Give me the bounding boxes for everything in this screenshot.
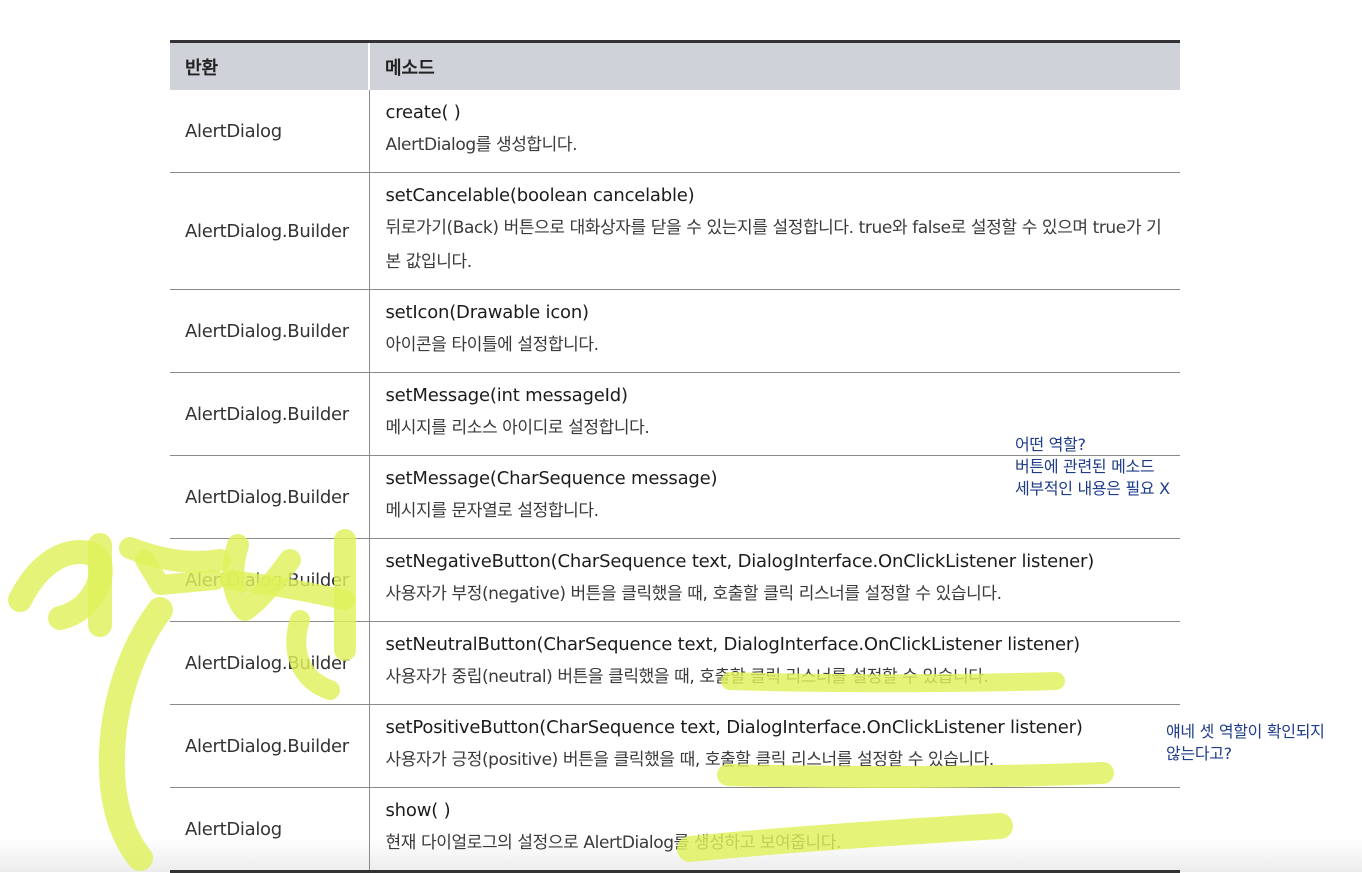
method-cell: setIcon(Drawable icon) 아이콘을 타이틀에 설정합니다. [369,289,1180,373]
method-cell: setPositiveButton(CharSequence text, Dia… [369,704,1180,788]
return-type-cell: AlertDialog.Builder [170,289,370,373]
table-row: AlertDialog.Builder setCancelable(boolean… [170,172,1180,290]
table-header-row: 반환 메소드 [170,41,1180,90]
table-row: AlertDialog.Builder setNegativeButton(Cha… [170,538,1180,622]
table-row: AlertDialog.Builder setIcon(Drawable icon… [170,289,1180,373]
handwriting-stroke [8,540,113,630]
method-signature: show( ) [385,800,451,821]
method-signature: setIcon(Drawable icon) [385,302,590,323]
annotation-note-buttons: 어떤 역할? 버튼에 관련된 메소드 세부적인 내용은 필요 X [1015,435,1170,498]
return-type-cell: AlertDialog.Builder [170,704,370,788]
return-type-cell: AlertDialog [170,787,370,872]
method-cell: setCancelable(boolean cancelable) 뒤로가기(Ba… [369,172,1180,290]
method-description: 현재 다이얼로그의 설정으로 AlertDialog를 생성하고 보여줍니다. [385,833,842,853]
method-signature: setPositiveButton(CharSequence text, Dia… [385,717,1083,738]
method-signature: setCancelable(boolean cancelable) [385,185,695,206]
annotation-note-three: 얘네 셋 역할이 확인되지 않는다고? [1166,722,1325,763]
method-signature: setMessage(int messageId) [385,385,628,406]
method-cell: create( ) AlertDialog를 생성합니다. [369,90,1180,173]
method-description: AlertDialog를 생성합니다. [385,135,578,155]
method-description: 사용자가 부정(negative) 버튼을 클릭했을 때, 호출할 클릭 리스너… [385,584,1003,604]
method-cell: setNegativeButton(CharSequence text, Dia… [369,538,1180,622]
method-cell: setNeutralButton(CharSequence text, Dial… [369,621,1180,705]
return-type-cell: AlertDialog.Builder [170,538,370,622]
return-type-cell: AlertDialog [170,90,370,173]
header-method: 메소드 [369,41,1180,90]
method-cell: show( ) 현재 다이얼로그의 설정으로 AlertDialog를 생성하고 … [369,788,1180,872]
method-description: 사용자가 중립(neutral) 버튼을 클릭했을 때, 호출할 클릭 리스너를… [385,667,989,687]
method-signature: setNeutralButton(CharSequence text, Dial… [385,634,1081,655]
method-description: 뒤로가기(Back) 버튼으로 대화상자를 닫을 수 있는지를 설정합니다. t… [385,218,1162,272]
return-type-cell: AlertDialog.Builder [170,621,370,705]
return-type-cell: AlertDialog.Builder [170,372,370,456]
method-description: 사용자가 긍정(positive) 버튼을 클릭했을 때, 호출할 클릭 리스너… [385,750,995,770]
table-row: AlertDialog show( ) 현재 다이얼로그의 설정으로 AlertDi… [170,787,1180,872]
handwriting-stroke [98,597,173,871]
method-description: 아이콘을 타이틀에 설정합니다. [385,335,600,355]
header-return: 반환 [170,41,370,90]
method-signature: setNegativeButton(CharSequence text, Dia… [385,551,1095,572]
method-signature: create( ) [385,102,461,123]
return-type-cell: AlertDialog.Builder [170,172,370,290]
table-row: AlertDialog.Builder setPositiveButton(Cha… [170,704,1180,788]
table-row: AlertDialog create( ) AlertDialog를 생성합니다. [170,90,1180,173]
return-type-cell: AlertDialog.Builder [170,455,370,539]
table-row: AlertDialog.Builder setNeutralButton(Char… [170,621,1180,705]
